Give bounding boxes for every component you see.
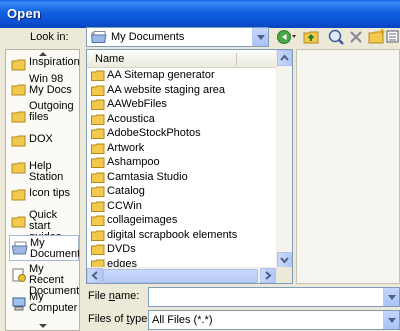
delete-icon[interactable] bbox=[348, 28, 364, 46]
folder-icon bbox=[91, 230, 105, 241]
folder-icon bbox=[91, 215, 105, 226]
folder-icon bbox=[11, 189, 26, 201]
folder-icon bbox=[11, 84, 26, 96]
preview-pane bbox=[296, 49, 400, 284]
folder-icon bbox=[11, 59, 26, 71]
my-documents-icon bbox=[91, 31, 107, 43]
folder-icon bbox=[91, 157, 105, 168]
places-scroll-down-icon[interactable] bbox=[39, 324, 47, 328]
horizontal-scroll-thumb[interactable] bbox=[103, 269, 258, 283]
folder-icon bbox=[91, 128, 105, 139]
column-header-name[interactable]: Name bbox=[87, 50, 278, 68]
views-menu-icon[interactable] bbox=[386, 28, 400, 46]
folder-icon bbox=[91, 114, 105, 125]
scroll-corner bbox=[276, 267, 292, 283]
scroll-left-button[interactable] bbox=[87, 268, 103, 283]
scroll-up-button[interactable] bbox=[277, 50, 292, 66]
window-title: Open bbox=[7, 6, 42, 21]
file-name-input[interactable] bbox=[148, 287, 400, 307]
new-folder-icon[interactable] bbox=[368, 28, 386, 46]
file-list[interactable]: Name AA Sitemap generator AA website stag… bbox=[86, 49, 293, 284]
folder-icon bbox=[91, 99, 105, 110]
up-folder-icon[interactable] bbox=[303, 28, 321, 46]
vertical-scrollbar[interactable] bbox=[276, 50, 292, 268]
my-documents-icon bbox=[12, 241, 28, 255]
scroll-down-button[interactable] bbox=[277, 252, 292, 268]
scroll-right-button[interactable] bbox=[260, 268, 276, 283]
place-my-documents[interactable]: My Documents bbox=[9, 235, 79, 261]
chevron-down-icon[interactable] bbox=[252, 28, 268, 46]
horizontal-scrollbar[interactable] bbox=[87, 267, 292, 283]
look-in-dropdown[interactable]: My Documents bbox=[86, 27, 269, 47]
title-bar[interactable]: Open bbox=[0, 0, 400, 28]
look-in-value: My Documents bbox=[111, 31, 185, 43]
folder-icon bbox=[91, 143, 105, 154]
folder-icon bbox=[91, 244, 105, 255]
folder-icon bbox=[91, 70, 105, 81]
files-of-type-dropdown-button[interactable] bbox=[383, 311, 399, 329]
file-name-dropdown-button[interactable] bbox=[383, 288, 399, 306]
folder-icon bbox=[11, 135, 26, 147]
folder-icon bbox=[91, 172, 105, 183]
folder-icon bbox=[11, 111, 26, 123]
my-computer-icon bbox=[12, 297, 26, 311]
folder-icon bbox=[11, 216, 26, 228]
folder-icon bbox=[91, 85, 105, 96]
folder-icon bbox=[11, 162, 26, 174]
recent-documents-icon bbox=[12, 268, 26, 282]
places-bar: Inspirations Win 98 My Docs Outgoing fil… bbox=[5, 49, 80, 331]
file-name-label: File name: bbox=[88, 290, 140, 302]
look-in-label: Look in: bbox=[30, 31, 69, 43]
search-web-icon[interactable] bbox=[327, 28, 345, 46]
files-of-type-label: Files of type: bbox=[88, 313, 151, 325]
folder-icon bbox=[91, 186, 105, 197]
files-of-type-dropdown[interactable]: All Files (*.*) bbox=[148, 310, 400, 330]
column-separator[interactable] bbox=[236, 53, 237, 65]
back-icon[interactable] bbox=[276, 28, 298, 46]
folder-icon bbox=[91, 201, 105, 212]
